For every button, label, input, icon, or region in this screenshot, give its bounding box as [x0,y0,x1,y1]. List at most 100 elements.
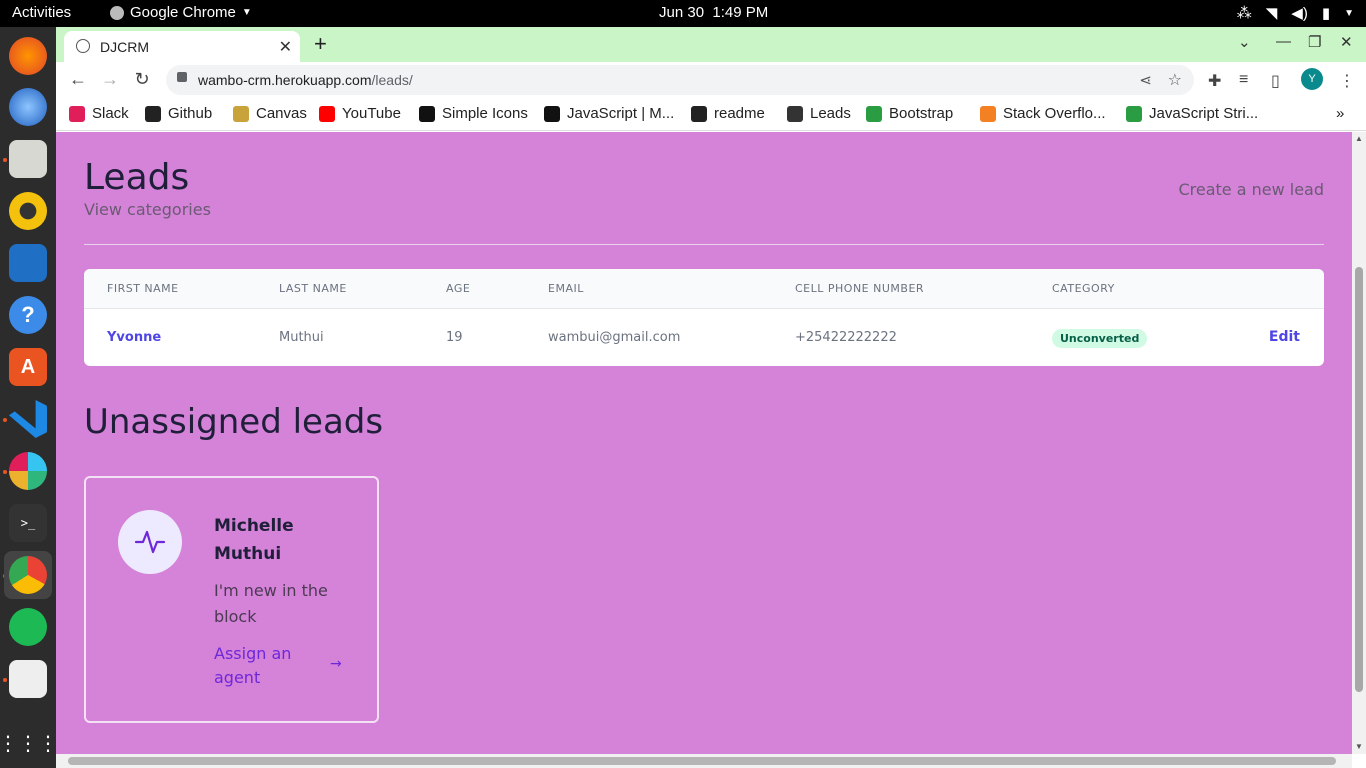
address-bar[interactable]: wambo-crm.herokuapp.com/leads/ ⋖ ☆ [166,65,1194,95]
activities-button[interactable]: Activities [12,4,71,21]
network-icon: ⁂ [1236,5,1252,22]
spotify-icon[interactable] [9,608,47,646]
clock-time: 1:49 PM [712,4,769,21]
bookmark-canvas[interactable]: Canvas [233,105,307,122]
back-button[interactable]: ← [66,69,90,90]
share-icon[interactable]: ⋖ [1139,71,1152,89]
edit-lead-link[interactable]: Edit [1269,329,1300,345]
firefox-icon[interactable] [9,37,47,75]
bookmark-favicon-icon [691,105,707,122]
system-top-bar: Activities Google Chrome ▼ Jun 30 1:49 P… [0,0,1366,27]
thunderbird-icon[interactable] [9,88,47,126]
bookmark-favicon-icon [233,105,249,122]
app-center-icon[interactable]: A [9,348,47,386]
libreoffice-writer-icon[interactable] [9,244,47,282]
vertical-scrollbar[interactable]: ▲ ▼ [1352,132,1366,754]
bookmark-github[interactable]: Github [145,105,212,122]
bookmark-simple-icons[interactable]: Simple Icons [419,105,528,122]
bookmarks-overflow-icon[interactable]: » [1336,105,1344,122]
bookmark-favicon-icon [980,105,996,122]
clock-date: Jun 30 [659,4,705,21]
activity-icon-circle [118,510,182,574]
restore-button[interactable]: ❐ [1308,33,1321,51]
bookmark-stack-overflo[interactable]: Stack Overflo... [980,105,1106,122]
bookmark-favicon-icon [419,105,435,122]
app-menu[interactable]: Google Chrome ▼ [110,4,252,21]
menu-kebab-icon[interactable]: ⋮ [1339,71,1355,91]
close-tab-icon[interactable]: ✕ [279,37,292,57]
lead-first-name-link[interactable]: Yvonne [107,330,161,345]
terminal-icon[interactable]: >_ [9,504,47,542]
bookmarks-bar: Slack Github Canvas YouTube Simple Icons Java… [56,98,1366,131]
tab-search-icon[interactable]: ⌄ [1238,33,1251,51]
bookmark-bootstrap[interactable]: Bootstrap [866,105,953,122]
forward-button[interactable]: → [98,69,122,90]
browser-window: DJCRM ✕ + ⌄ — ❐ ✕ ← → ↻ wambo-crm.heroku… [56,27,1366,768]
new-tab-button[interactable]: + [314,31,327,57]
system-tray[interactable]: ⁂ ◥ ◀) ▮ ▼ [1237,4,1354,22]
bookmark-label: Canvas [256,105,307,122]
bookmark-youtube[interactable]: YouTube [319,105,401,122]
bookmark-label: Github [168,105,213,122]
bookmark-label: Slack [92,105,129,122]
header-last-name: LAST NAME [279,282,347,295]
assign-agent-link[interactable]: Assign an agent [214,642,314,690]
media-icon[interactable]: ≡ [1239,71,1248,89]
bookmark-label: Bootstrap [889,105,954,122]
bookmark-leads[interactable]: Leads [787,105,851,122]
page-content: Leads View categories Create a new lead … [56,132,1352,754]
scroll-down-icon[interactable]: ▼ [1355,742,1363,751]
leads-table: FIRST NAME LAST NAME AGE EMAIL CELL PHON… [84,269,1324,366]
url-host: wambo-crm.herokuapp.com [198,72,372,88]
bookmark-favicon-icon [544,105,560,122]
help-icon[interactable]: ? [9,296,47,334]
running-indicator [3,470,7,474]
clock[interactable]: Jun 30 1:49 PM [659,4,768,21]
category-badge: Unconverted [1052,329,1148,348]
horizontal-scrollbar[interactable] [56,754,1352,768]
bookmark-javascript-stri[interactable]: JavaScript Stri... [1126,105,1258,122]
activity-icon [134,530,166,554]
bookmark-javascript-m[interactable]: JavaScript | M... [544,105,674,122]
header-cell-phone: CELL PHONE NUMBER [795,282,925,295]
globe-icon [76,39,90,53]
divider [84,244,1324,245]
text-editor-icon[interactable] [9,660,47,698]
bookmark-slack[interactable]: Slack [69,105,129,122]
profile-avatar[interactable]: Y [1301,68,1323,90]
bookmark-favicon-icon [866,105,882,122]
bookmark-favicon-icon [787,105,803,122]
chrome-dock-icon[interactable] [9,556,47,594]
files-icon[interactable] [9,140,47,178]
close-window-button[interactable]: ✕ [1340,33,1353,51]
side-panel-icon[interactable]: ▯ [1271,71,1280,91]
bookmark-label: JavaScript | M... [567,105,675,122]
url-text: wambo-crm.herokuapp.com/leads/ [198,72,413,88]
tab-strip: DJCRM ✕ + ⌄ — ❐ ✕ [56,27,1366,62]
vscode-icon[interactable] [9,400,47,438]
slack-icon[interactable] [9,452,47,490]
create-new-lead-link[interactable]: Create a new lead [1178,180,1324,199]
table-header: FIRST NAME LAST NAME AGE EMAIL CELL PHON… [84,269,1324,309]
bookmark-readme[interactable]: readme [691,105,765,122]
tab-title: DJCRM [100,39,149,55]
rhythmbox-icon[interactable] [9,192,47,230]
battery-icon: ▮ [1321,5,1331,22]
view-categories-link[interactable]: View categories [84,200,211,219]
page-title: Leads [84,157,190,198]
extensions-icon[interactable]: ✚ [1208,71,1221,91]
app-menu-label: Google Chrome [130,4,236,21]
bookmark-star-icon[interactable]: ☆ [1168,70,1182,90]
vertical-scroll-thumb[interactable] [1355,267,1363,692]
tab-djcrm[interactable]: DJCRM ✕ [64,31,300,62]
bookmark-favicon-icon [69,105,85,122]
show-apps-icon[interactable]: ⋮⋮⋮ [0,724,58,762]
minimize-button[interactable]: — [1276,33,1291,50]
lead-name: Michelle Muthui [214,516,294,564]
running-indicator [3,678,7,682]
horizontal-scroll-thumb[interactable] [68,757,1336,765]
scroll-up-icon[interactable]: ▲ [1355,134,1363,143]
dock: ? A >_ ⋮⋮⋮ [0,27,58,768]
reload-button[interactable]: ↻ [130,69,154,90]
unassigned-leads-title: Unassigned leads [84,402,384,442]
